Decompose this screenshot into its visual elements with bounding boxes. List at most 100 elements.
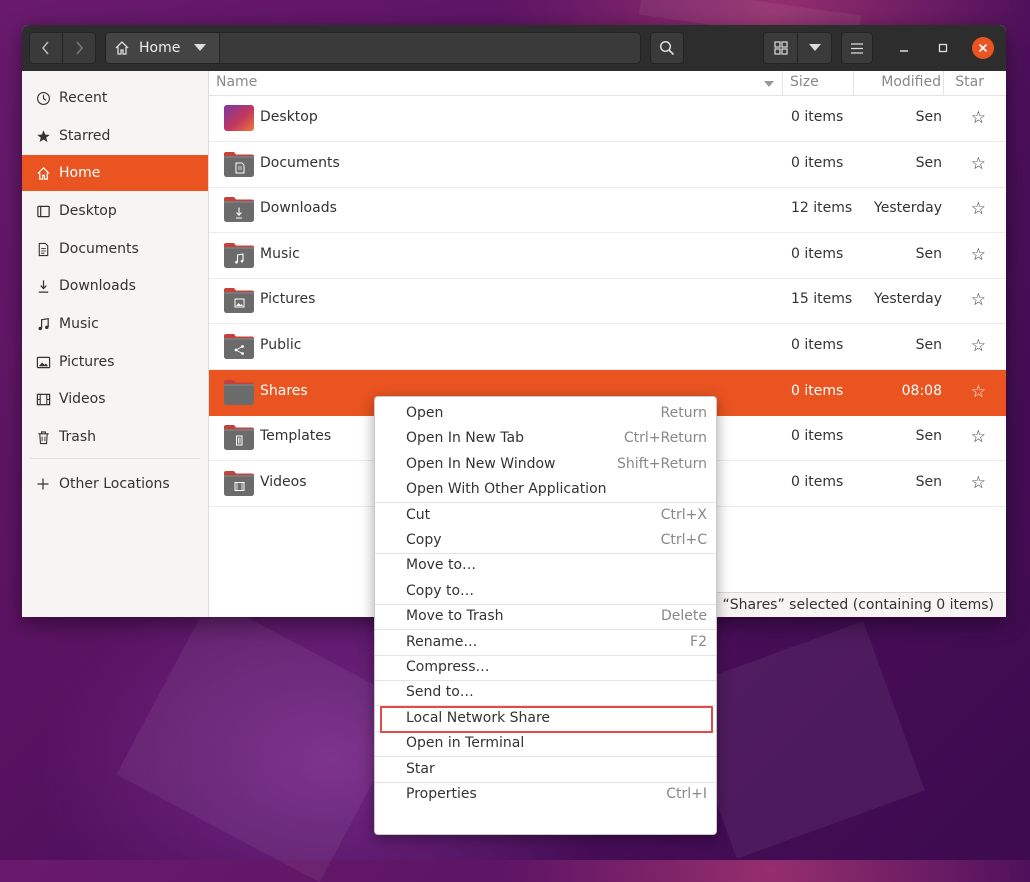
menu-item-rename[interactable]: Rename… F2 bbox=[375, 630, 716, 655]
menu-item-move-to[interactable]: Move to… bbox=[375, 553, 716, 578]
file-size: 0 items bbox=[791, 473, 844, 490]
star-icon bbox=[35, 128, 51, 144]
menu-item-shortcut: Ctrl+C bbox=[660, 532, 707, 548]
file-modified: Sen bbox=[915, 428, 942, 445]
back-button[interactable] bbox=[29, 32, 63, 64]
star-toggle-icon[interactable]: ☆ bbox=[971, 154, 986, 174]
sidebar-item-music[interactable]: Music bbox=[22, 306, 208, 342]
file-size: 0 items bbox=[791, 154, 844, 171]
menu-button[interactable] bbox=[841, 32, 873, 64]
column-modified-header[interactable]: Modified bbox=[881, 74, 941, 90]
wallpaper-shard bbox=[116, 597, 414, 882]
caret-down-icon bbox=[808, 44, 821, 51]
sidebar-separator bbox=[30, 458, 200, 459]
file-modified: Sen bbox=[915, 154, 942, 171]
sort-descending-icon[interactable] bbox=[764, 81, 774, 87]
minimize-button[interactable] bbox=[893, 37, 915, 59]
file-size: 15 items bbox=[791, 291, 853, 308]
folder-icon bbox=[223, 377, 255, 407]
sidebar-item-starred[interactable]: Starred bbox=[22, 118, 208, 154]
menu-item-shortcut: Shift+Return bbox=[616, 455, 707, 472]
file-row[interactable]: Public 0 items Sen ☆ bbox=[209, 324, 1006, 370]
file-row[interactable]: Downloads 12 items Yesterday ☆ bbox=[209, 187, 1006, 234]
menu-item-open-in-terminal[interactable]: Open in Terminal bbox=[375, 731, 716, 756]
search-icon bbox=[659, 40, 675, 56]
maximize-button[interactable] bbox=[932, 37, 954, 59]
file-size: 0 items bbox=[791, 428, 844, 445]
menu-item-copy-to[interactable]: Copy to… bbox=[375, 579, 716, 604]
column-divider bbox=[853, 71, 854, 95]
file-row[interactable]: Music 0 items Sen ☆ bbox=[209, 233, 1006, 279]
menu-item-label: Open in Terminal bbox=[406, 735, 525, 752]
sidebar-item-label: Desktop bbox=[59, 203, 117, 219]
menu-item-compress[interactable]: Compress… bbox=[375, 655, 716, 680]
star-toggle-icon[interactable]: ☆ bbox=[971, 108, 986, 128]
public-folder-icon bbox=[223, 331, 255, 361]
file-name: Shares bbox=[260, 382, 308, 399]
download-icon bbox=[35, 278, 51, 294]
menu-item-label: Open With Other Application bbox=[406, 481, 607, 498]
column-size-header[interactable]: Size bbox=[790, 74, 819, 90]
desktop-folder-icon bbox=[223, 103, 255, 133]
sidebar-item-trash[interactable]: Trash bbox=[22, 419, 208, 455]
column-name-header[interactable]: Name bbox=[216, 74, 257, 90]
menu-item-open-with-other-application[interactable]: Open With Other Application bbox=[375, 477, 716, 502]
menu-item-shortcut: Return bbox=[660, 405, 707, 421]
sidebar-item-pictures[interactable]: Pictures bbox=[22, 344, 208, 380]
menu-item-shortcut: Delete bbox=[661, 608, 707, 625]
maximize-icon bbox=[938, 43, 948, 53]
path-home-button[interactable]: Home bbox=[106, 33, 220, 63]
sidebar-item-other-locations[interactable]: Other Locations bbox=[22, 466, 208, 502]
search-button[interactable] bbox=[650, 32, 684, 64]
videos-folder-icon bbox=[223, 468, 255, 498]
forward-button[interactable] bbox=[62, 32, 96, 64]
sidebar-item-label: Trash bbox=[59, 429, 96, 445]
file-size: 12 items bbox=[791, 200, 853, 217]
menu-item-shortcut: Ctrl+I bbox=[666, 786, 707, 802]
star-toggle-icon[interactable]: ☆ bbox=[971, 290, 986, 310]
menu-item-properties[interactable]: Properties Ctrl+I bbox=[375, 782, 716, 807]
sidebar-item-downloads[interactable]: Downloads bbox=[22, 268, 208, 304]
close-icon bbox=[978, 43, 988, 53]
home-icon bbox=[115, 41, 129, 55]
menu-item-send-to[interactable]: Send to… bbox=[375, 680, 716, 705]
sidebar-item-home[interactable]: Home bbox=[22, 155, 208, 191]
sidebar-item-label: Starred bbox=[59, 128, 111, 144]
menu-item-label: Cut bbox=[406, 506, 431, 523]
file-size: 0 items bbox=[791, 382, 844, 399]
sidebar-item-desktop[interactable]: Desktop bbox=[22, 193, 208, 229]
star-toggle-icon[interactable]: ☆ bbox=[971, 427, 986, 447]
menu-item-copy[interactable]: Copy Ctrl+C bbox=[375, 528, 716, 553]
home-icon bbox=[35, 165, 51, 181]
menu-item-cut[interactable]: Cut Ctrl+X bbox=[375, 503, 716, 528]
star-toggle-icon[interactable]: ☆ bbox=[971, 336, 986, 356]
column-divider bbox=[782, 71, 783, 95]
view-options-button[interactable] bbox=[797, 32, 832, 64]
star-toggle-icon[interactable]: ☆ bbox=[971, 245, 986, 265]
file-row[interactable]: Documents 0 items Sen ☆ bbox=[209, 142, 1006, 188]
path-home-label: Home bbox=[139, 40, 181, 56]
menu-item-open-in-new-window[interactable]: Open In New Window Shift+Return bbox=[375, 452, 716, 477]
menu-item-open-in-new-tab[interactable]: Open In New Tab Ctrl+Return bbox=[375, 426, 716, 451]
menu-item-open[interactable]: Open Return bbox=[375, 401, 716, 426]
star-toggle-icon[interactable]: ☆ bbox=[971, 382, 986, 402]
menu-item-label: Open In New Window bbox=[406, 455, 556, 472]
sidebar-item-videos[interactable]: Videos bbox=[22, 381, 208, 417]
menu-item-label: Properties bbox=[406, 786, 477, 802]
header-bar: Home bbox=[22, 25, 1006, 72]
column-star-header[interactable]: Star bbox=[955, 74, 984, 90]
view-grid-button[interactable] bbox=[763, 32, 798, 64]
star-toggle-icon[interactable]: ☆ bbox=[971, 199, 986, 219]
file-modified: Sen bbox=[915, 109, 942, 125]
star-toggle-icon[interactable]: ☆ bbox=[971, 473, 986, 493]
sidebar-item-label: Other Locations bbox=[59, 476, 170, 492]
close-button[interactable] bbox=[972, 37, 994, 59]
menu-item-star[interactable]: Star bbox=[375, 757, 716, 782]
file-row[interactable]: Pictures 15 items Yesterday ☆ bbox=[209, 278, 1006, 325]
sidebar-item-documents[interactable]: Documents bbox=[22, 231, 208, 267]
menu-item-move-to-trash[interactable]: Move to Trash Delete bbox=[375, 604, 716, 629]
templates-folder-icon bbox=[223, 422, 255, 452]
file-name: Desktop bbox=[260, 109, 318, 125]
file-row[interactable]: Desktop 0 items Sen ☆ bbox=[209, 96, 1006, 142]
sidebar-item-recent[interactable]: Recent bbox=[22, 80, 208, 116]
